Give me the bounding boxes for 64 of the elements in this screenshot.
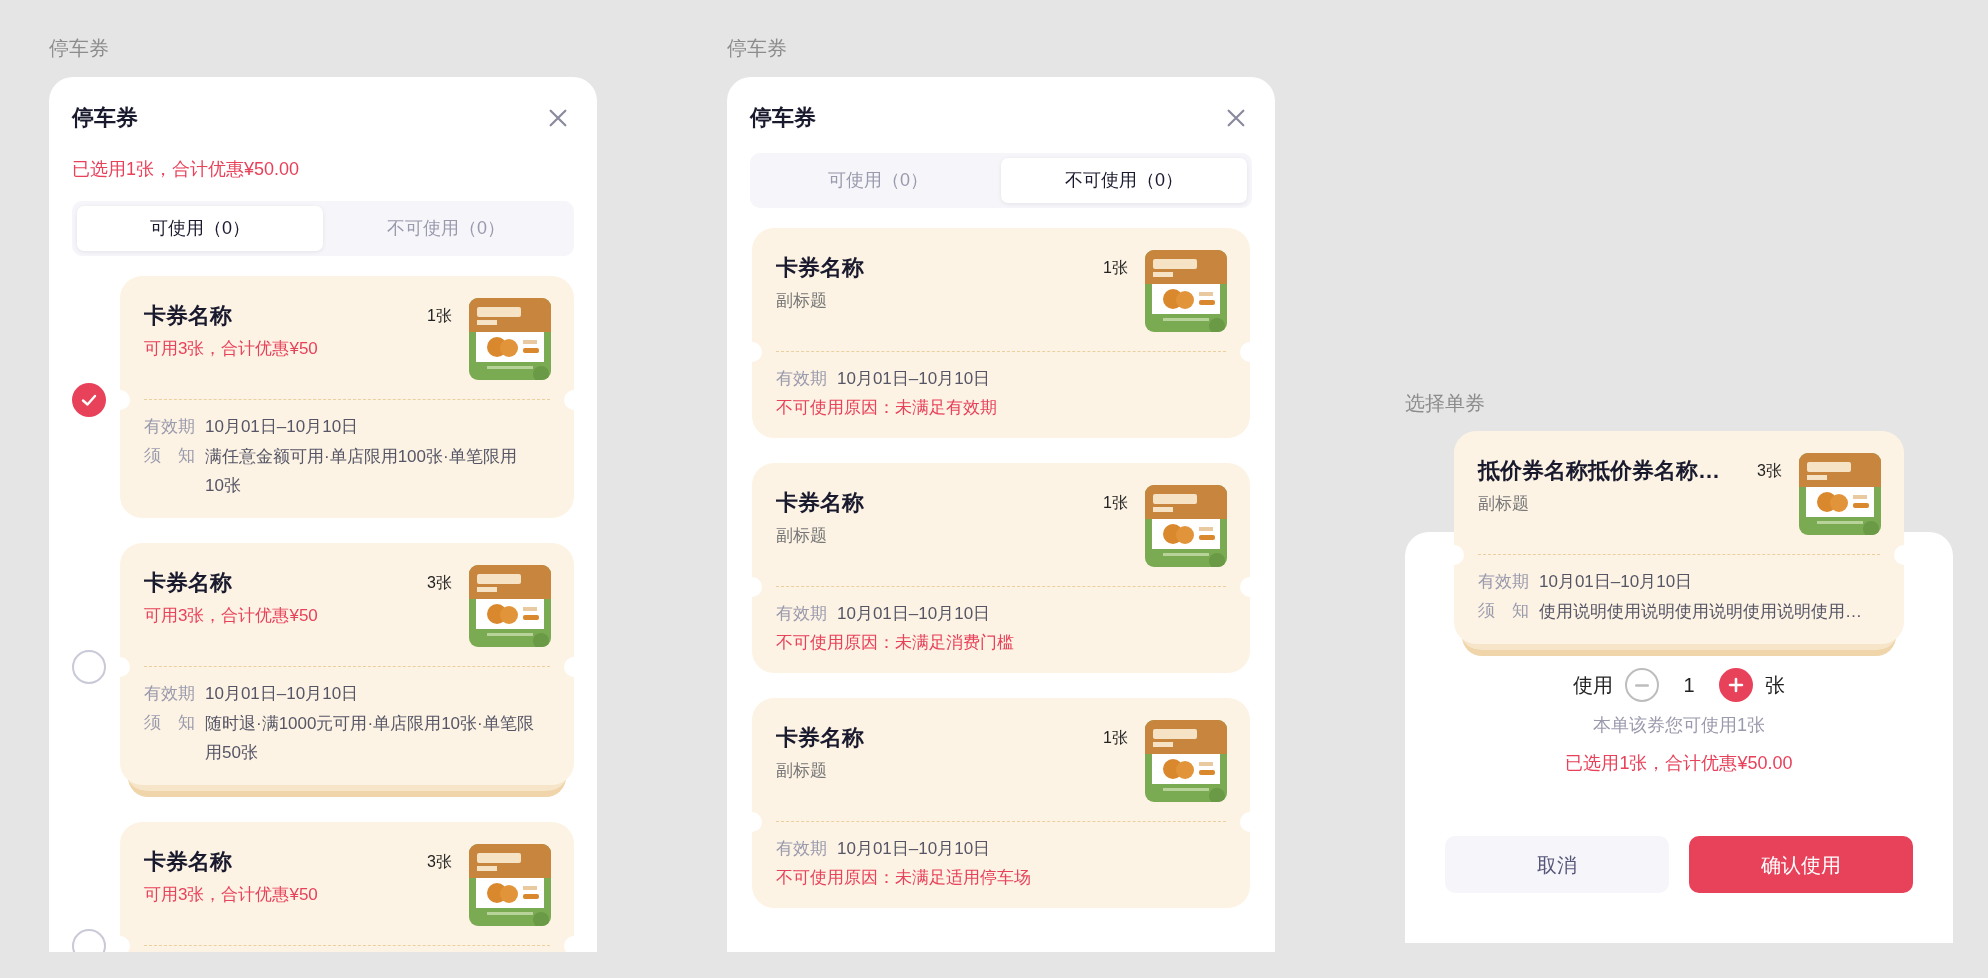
coupon-subtitle: 可用3张，合计优惠¥50: [144, 338, 319, 360]
notice-text: 使用说明使用说明使用说明使用说明使用…: [1539, 601, 1862, 623]
notice-label: 须知: [144, 712, 195, 734]
notice-text: 满任意金额可用·单店限用100张·单笔限用10张: [205, 446, 518, 497]
validity-label: 有效期: [776, 603, 827, 625]
coupon-subtitle: 副标题: [1478, 493, 1530, 515]
selection-summary: 已选用1张，合计优惠¥50.00: [72, 158, 301, 181]
coupon-name: 卡券名称: [776, 489, 865, 517]
dialog-title: 停车券: [72, 104, 138, 132]
dialog-title: 停车券: [750, 104, 816, 132]
validity-dates: 10月01日–10月10日: [205, 683, 359, 705]
cancel-button[interactable]: 取消: [1445, 836, 1669, 893]
coupon-name: 卡券名称: [144, 569, 233, 597]
validity-dates: 10月01日–10月10日: [837, 603, 991, 625]
coupon-subtitle: 副标题: [776, 760, 828, 782]
coupon-name: 卡券名称: [144, 302, 233, 330]
unavailable-reason: 不可使用原因：未满足适用停车场: [776, 867, 1032, 889]
quantity-value: 1: [1682, 673, 1696, 698]
validity-dates: 10月01日–10月10日: [1539, 571, 1693, 593]
coupon-name: 卡券名称: [144, 848, 233, 876]
notice-label: 须知: [1478, 600, 1529, 622]
coupon-quantity: 3张: [427, 573, 452, 593]
notice-text: 随时退·满1000元可用·单店限用10张·单笔限用50张: [205, 713, 535, 764]
coupon-quantity: 3张: [427, 852, 452, 872]
coupon-quantity: 1张: [1103, 728, 1128, 748]
plus-icon: [1726, 675, 1746, 695]
confirm-button[interactable]: 确认使用: [1689, 836, 1913, 893]
unavailable-reason: 不可使用原因：未满足有效期: [776, 397, 998, 419]
coupon-name: 卡券名称: [776, 254, 865, 282]
validity-label: 有效期: [144, 416, 195, 438]
tab[interactable]: 可使用（0）: [77, 206, 323, 251]
checkbox[interactable]: [72, 383, 106, 417]
stepper-unit: 张: [1765, 673, 1785, 698]
checkbox[interactable]: [72, 650, 106, 684]
close-icon: [547, 107, 569, 129]
validity-label: 有效期: [776, 838, 827, 860]
coupon-quantity: 1张: [427, 306, 452, 326]
unavailable-reason: 不可使用原因：未满足消费门槛: [776, 632, 1015, 654]
coupon-subtitle: 副标题: [776, 290, 828, 312]
coupon-subtitle: 副标题: [776, 525, 828, 547]
usage-hint: 本单该券您可使用1张: [1593, 714, 1765, 737]
plus-button[interactable]: [1719, 668, 1753, 702]
close-icon: [1225, 107, 1247, 129]
validity-label: 有效期: [1478, 571, 1529, 593]
notice-label: 须知: [144, 445, 195, 467]
stepper-label: 使用: [1573, 673, 1613, 698]
coupon-quantity: 3张: [1757, 461, 1782, 481]
section-caption: 停车券: [49, 36, 110, 60]
coupon-quantity: 1张: [1103, 493, 1128, 513]
coupon-name: 抵价券名称抵价券名称…: [1478, 457, 1721, 485]
coupon-subtitle: 可用3张，合计优惠¥50: [144, 605, 319, 627]
validity-dates: 10月01日–10月10日: [205, 416, 359, 438]
validity-label: 有效期: [776, 368, 827, 390]
tab[interactable]: 不可使用（0）: [1001, 158, 1247, 203]
validity-dates: 10月01日–10月10日: [837, 838, 991, 860]
coupon-name: 卡券名称: [776, 724, 865, 752]
validity-dates: 10月01日–10月10日: [837, 368, 991, 390]
coupon-quantity: 1张: [1103, 258, 1128, 278]
section-caption: 选择单券: [1405, 391, 1486, 415]
minus-icon: [1635, 683, 1649, 687]
validity-label: 有效期: [144, 683, 195, 705]
coupon-subtitle: 可用3张，合计优惠¥50: [144, 884, 319, 906]
selection-summary: 已选用1张，合计优惠¥50.00: [1565, 752, 1793, 775]
section-caption: 停车券: [727, 36, 788, 60]
